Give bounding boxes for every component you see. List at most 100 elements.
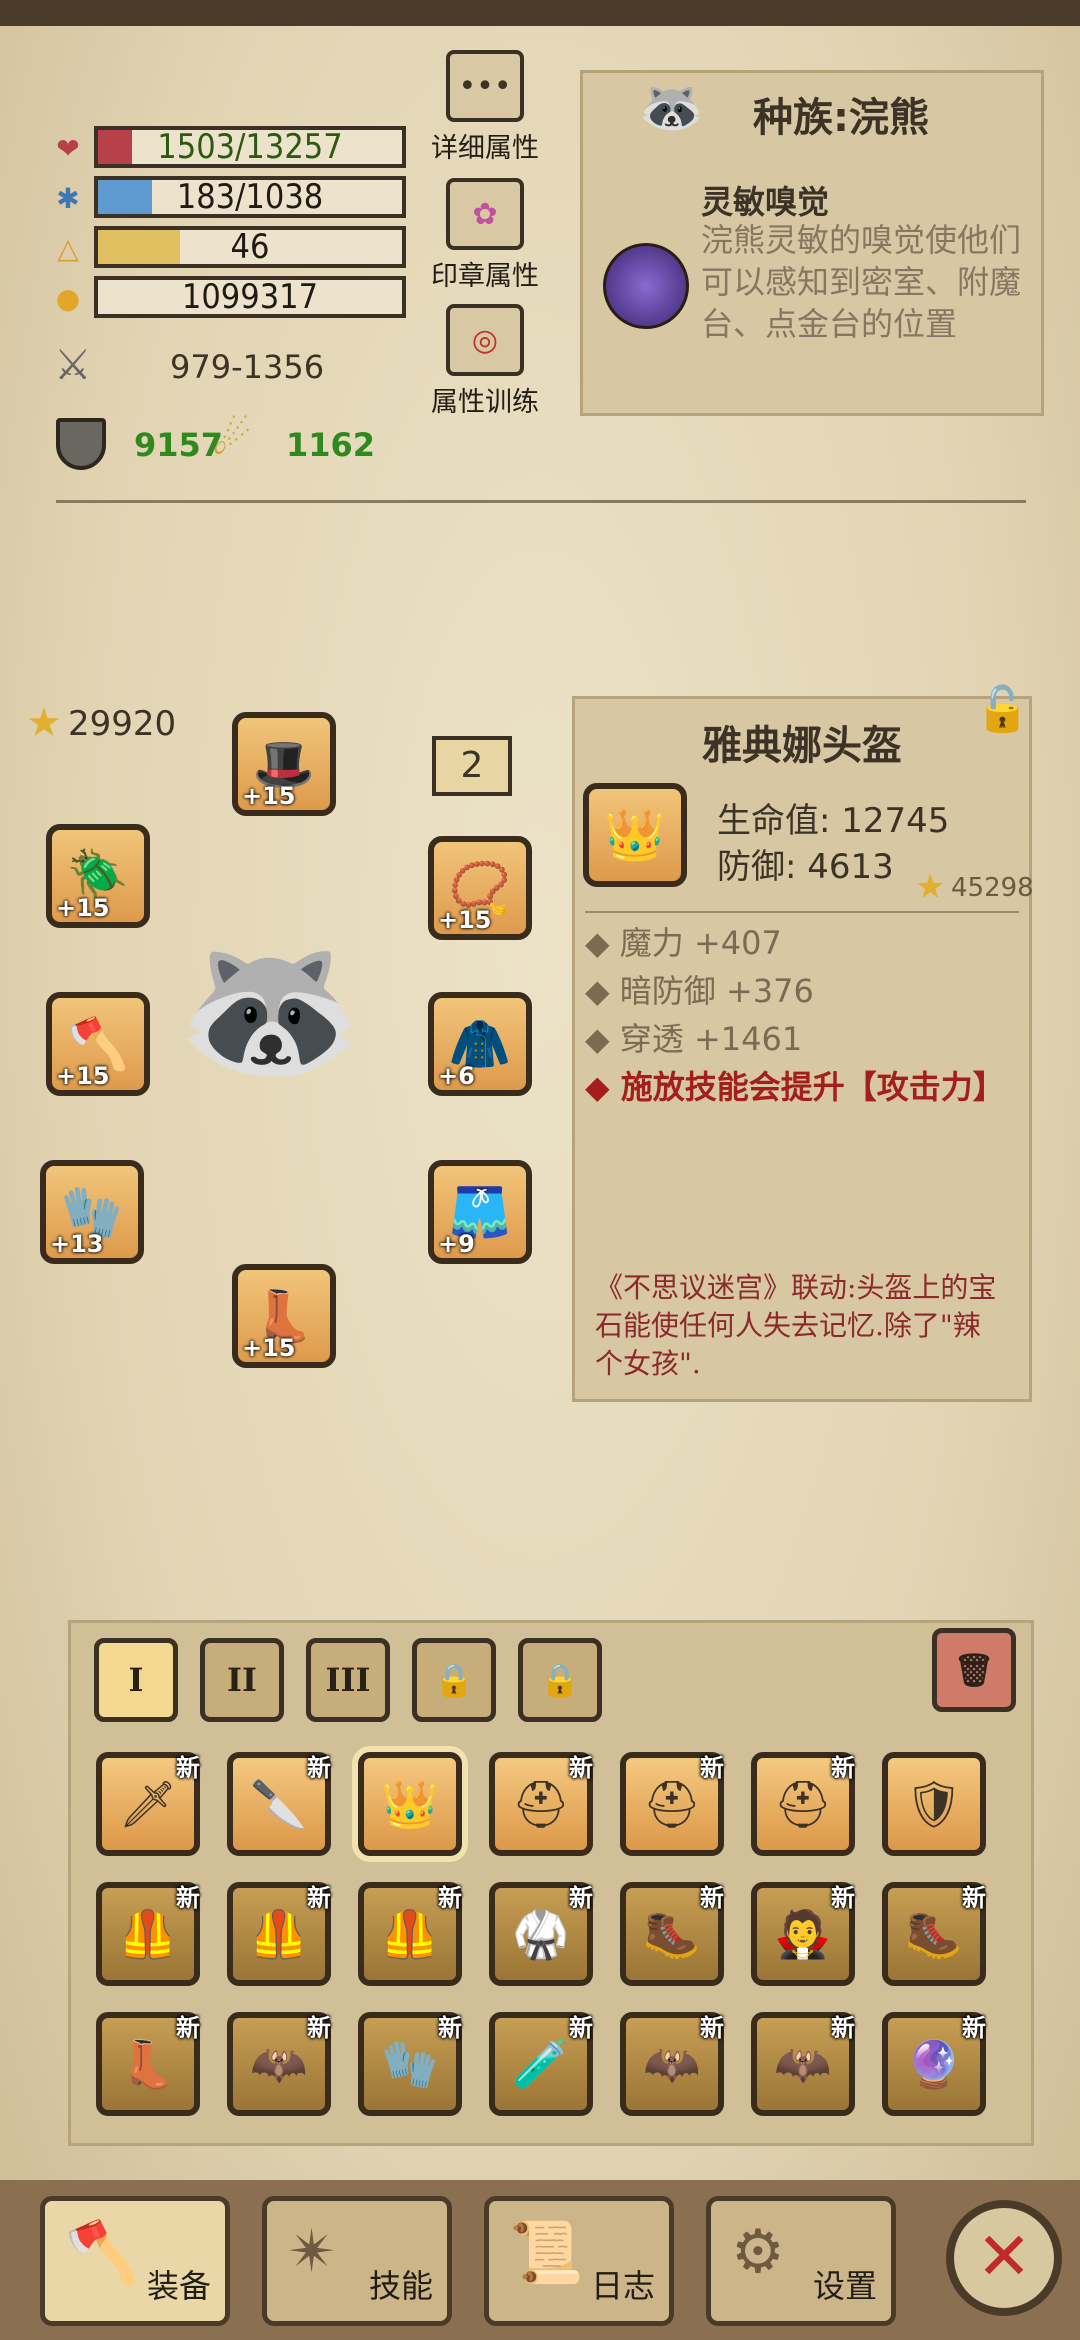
inventory-item[interactable]: 🦺 新 (96, 1882, 200, 1986)
new-badge: 新 (700, 2014, 724, 2042)
equip-slot-armor-shoulder[interactable]: 🪲 +15 (46, 824, 150, 928)
gold-icon: ● (55, 282, 81, 315)
equip-slot-gloves[interactable]: 🧤 +13 (40, 1160, 144, 1264)
enhance-level: +6 (438, 1062, 475, 1090)
equip-slot-weapon[interactable]: 🪓 +15 (46, 992, 150, 1096)
race-skill-name: 灵敏嗅觉 (701, 183, 830, 221)
item-hp: 生命值: 12745 (717, 801, 950, 841)
equip-slot-boots[interactable]: 👢 +15 (232, 1264, 336, 1368)
nav-log-button[interactable]: 📜 日志 (484, 2196, 674, 2326)
item-icon: ⛑ (773, 1776, 833, 1831)
attr-text: 魔力 +407 (619, 924, 782, 962)
item-flavor-text: 《不思议迷宫》联动:头盔上的宝石能使任何人失去记忆.除了"辣个女孩". (595, 1271, 997, 1380)
inventory-item[interactable]: 🧛 新 (751, 1882, 855, 1986)
inventory-item[interactable]: ⛑ 新 (489, 1752, 593, 1856)
nav-log-label: 日志 (590, 2267, 655, 2305)
close-icon: ✕ (976, 2218, 1032, 2295)
new-badge: 新 (700, 1884, 724, 1912)
item-icon: ⛑ (511, 1776, 571, 1831)
enhance-level: +15 (56, 894, 110, 922)
new-badge: 新 (176, 2014, 200, 2042)
enhance-level: +15 (438, 906, 492, 934)
tab-page-2[interactable]: II (200, 1638, 284, 1722)
inventory-item[interactable]: ⛑ 新 (751, 1752, 855, 1856)
new-badge: 新 (307, 1754, 331, 1782)
equip-slot-legs[interactable]: 🩳 +9 (428, 1160, 532, 1264)
lock-icon: 🔒 (434, 1661, 474, 1699)
close-button[interactable]: ✕ (946, 2200, 1062, 2316)
tab-page-1[interactable]: I (94, 1638, 178, 1722)
inventory-item[interactable]: 🥋 新 (489, 1882, 593, 1986)
inventory-item[interactable]: 🦺 新 (227, 1882, 331, 1986)
nav-equip-button[interactable]: 🪓 装备 (40, 2196, 230, 2326)
item-icon: 🧤 (381, 2036, 439, 2091)
enhance-level: +15 (242, 1334, 296, 1362)
nav-skills-button[interactable]: ✴ 技能 (262, 2196, 452, 2326)
enhance-level: +9 (438, 1230, 475, 1258)
detail-attributes-button[interactable]: ••• 详细属性 (410, 50, 560, 165)
equip-slot-helmet[interactable]: 🎩 +15 (232, 712, 336, 816)
level-triangle-icon: △ (57, 232, 79, 265)
attribute-training-label: 属性训练 (431, 387, 539, 418)
attack-value: 979-1356 (170, 348, 325, 386)
new-badge: 新 (569, 1754, 593, 1782)
magic-resist-icon: ☄ (212, 414, 252, 465)
tab-locked-5[interactable]: 🔒 (518, 1638, 602, 1722)
item-icon: 👢 (119, 2036, 177, 2091)
flower-icon: ✿ (446, 178, 524, 250)
new-badge: 新 (176, 1884, 200, 1912)
inventory-item[interactable]: ⛑ 新 (620, 1752, 724, 1856)
enhance-level: +15 (56, 1062, 110, 1090)
inventory-item[interactable]: 🦇 新 (227, 2012, 331, 2116)
nav-equip-label: 装备 (146, 2267, 211, 2305)
attr-text: 穿透 +1461 (619, 1020, 803, 1058)
equip-slot-cape[interactable]: 🧥 +6 (428, 992, 532, 1096)
item-score-star-icon: ★ (915, 867, 946, 907)
armor-value: 9157 (134, 426, 224, 464)
nav-settings-button[interactable]: ⚙ 设置 (706, 2196, 896, 2326)
tab-page-3[interactable]: III (306, 1638, 390, 1722)
shield-icon (56, 418, 106, 470)
inventory-item[interactable]: 🔮 新 (882, 2012, 986, 2116)
attribute-training-button[interactable]: ◎ 属性训练 (410, 304, 560, 419)
unlock-icon[interactable]: 🔓 (975, 683, 1030, 735)
inventory-item[interactable]: 🥾 新 (882, 1882, 986, 1986)
heart-icon: ❤ (56, 132, 80, 165)
hp-stat: ❤ 1503/13257 (52, 126, 406, 172)
attr-text: 暗防御 +376 (619, 972, 814, 1010)
inventory-item[interactable]: 🦇 新 (620, 2012, 724, 2116)
item-detail-panel: 雅典娜头盔 🔓 👑 生命值: 12745 防御: 4613 ★ 45298 ◆ … (572, 684, 1034, 1402)
gold-value: 1099317 (181, 277, 319, 317)
level-bar: 46 (94, 226, 406, 268)
item-icon: 🥾 (643, 1906, 701, 1961)
new-badge: 新 (569, 2014, 593, 2042)
mana-icon: ✱ (56, 182, 80, 215)
inventory-item[interactable]: 🔪 新 (227, 1752, 331, 1856)
inventory-item[interactable]: 🦇 新 (751, 2012, 855, 2116)
item-icon: 🦇 (643, 2036, 701, 2091)
inventory-item[interactable]: 🛡 (882, 1752, 986, 1856)
item-icon: 🔮 (905, 2036, 963, 2091)
new-badge: 新 (307, 1884, 331, 1912)
inventory-item[interactable]: 🥾 新 (620, 1882, 724, 1986)
item-icon: 👑 (583, 783, 687, 887)
lock-icon: 🔒 (540, 1661, 580, 1699)
set-count-badge: 2 (432, 736, 512, 796)
inventory-item[interactable]: 🗡 新 (96, 1752, 200, 1856)
seal-attributes-label: 印章属性 (431, 261, 539, 292)
new-badge: 新 (569, 1884, 593, 1912)
attr-special: ◆ 施放技能会提升【攻击力】 (585, 1068, 1005, 1106)
attr-item: ◆ 魔力 +407 (585, 924, 782, 962)
item-icon: 🦺 (250, 1906, 308, 1961)
inventory-item[interactable]: 🧪 新 (489, 2012, 593, 2116)
enhance-level: +13 (50, 1230, 104, 1258)
inventory-item[interactable]: 👑 (358, 1752, 462, 1856)
seal-attributes-button[interactable]: ✿ 印章属性 (410, 178, 560, 293)
inventory-item[interactable]: 🦺 新 (358, 1882, 462, 1986)
equip-slot-necklace[interactable]: 📿 +15 (428, 836, 532, 940)
trash-button[interactable]: 🗑 (932, 1628, 1016, 1712)
gold-stat: ● 1099317 (52, 276, 406, 322)
inventory-item[interactable]: 🧤 新 (358, 2012, 462, 2116)
tab-locked-4[interactable]: 🔒 (412, 1638, 496, 1722)
inventory-item[interactable]: 👢 新 (96, 2012, 200, 2116)
